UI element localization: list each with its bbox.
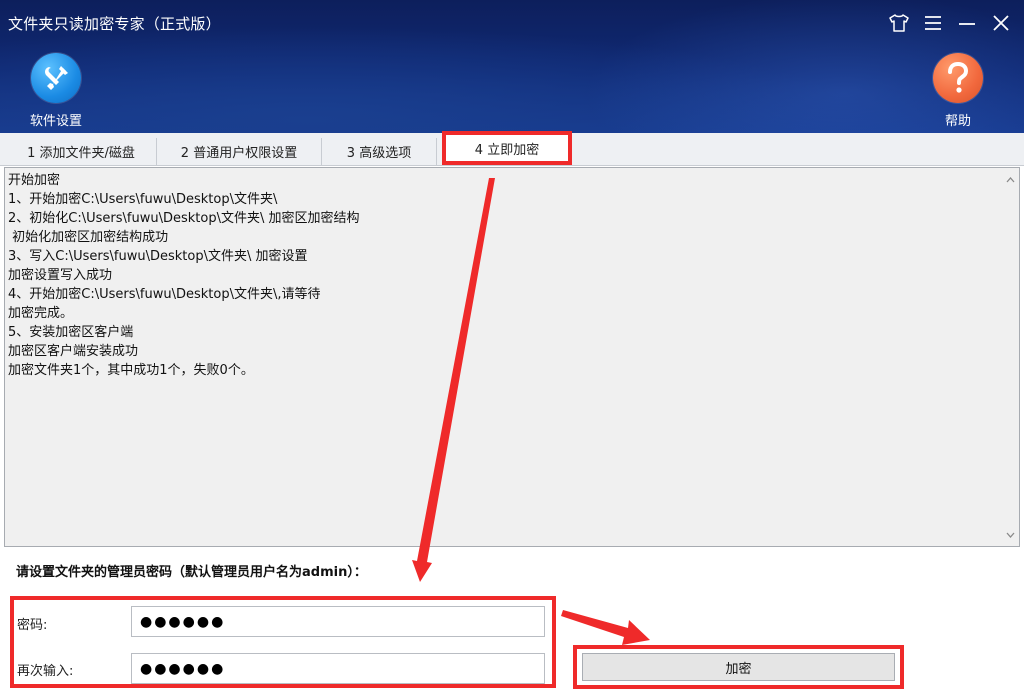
help-button[interactable]: 帮助 [933,53,983,129]
scroll-up-icon[interactable] [1005,174,1016,185]
password-prompt: 请设置文件夹的管理员密码（默认管理员用户名为admin）： [16,565,367,580]
log-line: 加密区客户端安装成功 [8,344,139,359]
tab-add-folder-disk[interactable]: 1 添加文件夹/磁盘 [6,138,157,165]
scroll-down-icon[interactable] [1005,529,1016,540]
log-line: 4、开始加密C:\Users\fuwu\Desktop\文件夹\,请等待 [8,287,321,302]
tab-advanced-options[interactable]: 3 高级选项 [322,138,437,165]
password-label: 密码: [17,618,48,633]
log-line: 2、初始化C:\Users\fuwu\Desktop\文件夹\ 加密区加密结构 [8,211,360,226]
log-line: 5、安装加密区客户端 [8,325,134,340]
tab-encrypt-now[interactable]: 4 立即加密 [442,131,572,165]
password-fields-highlight: 密码: 再次输入: [10,596,556,688]
log-lines: 开始加密 1、开始加密C:\Users\fuwu\Desktop\文件夹\ 2、… [8,171,999,380]
log-line: 1、开始加密C:\Users\fuwu\Desktop\文件夹\ [8,192,278,207]
password-section: 请设置文件夹的管理员密码（默认管理员用户名为admin）： 密码: 再次输入: … [0,548,1024,694]
wrench-screwdriver-icon [31,53,81,103]
help-label: 帮助 [944,114,971,129]
log-line: 3、写入C:\Users\fuwu\Desktop\文件夹\ 加密设置 [8,249,308,264]
encryption-log[interactable]: 开始加密 1、开始加密C:\Users\fuwu\Desktop\文件夹\ 2、… [4,167,1020,547]
minimize-icon[interactable] [954,10,980,36]
software-settings-button[interactable]: 软件设置 [30,53,82,129]
title-bar-header: 文件夹只读加密专家（正式版） 软件设置 帮助 [0,0,1024,133]
log-line: 加密完成。 [8,306,74,321]
close-icon[interactable] [988,10,1014,36]
log-scrollbar[interactable] [1002,168,1019,546]
password-input[interactable] [131,606,545,637]
question-mark-icon [933,53,983,103]
window-controls [886,10,1014,36]
skin-icon[interactable] [886,10,912,36]
app-title: 文件夹只读加密专家（正式版） [8,15,221,33]
software-settings-label: 软件设置 [30,114,83,129]
log-line: 加密设置写入成功 [8,268,113,283]
menu-icon[interactable] [920,10,946,36]
confirm-password-input[interactable] [131,653,545,684]
log-line: 加密文件夹1个，其中成功1个，失败0个。 [8,363,254,378]
tab-user-permissions[interactable]: 2 普通用户权限设置 [157,138,322,165]
log-line: 开始加密 [8,173,61,188]
log-line: 初始化加密区加密结构成功 [8,230,169,245]
encrypt-button-highlight: 加密 [573,645,904,689]
confirm-password-label: 再次输入: [17,664,74,679]
encrypt-button[interactable]: 加密 [582,653,895,681]
